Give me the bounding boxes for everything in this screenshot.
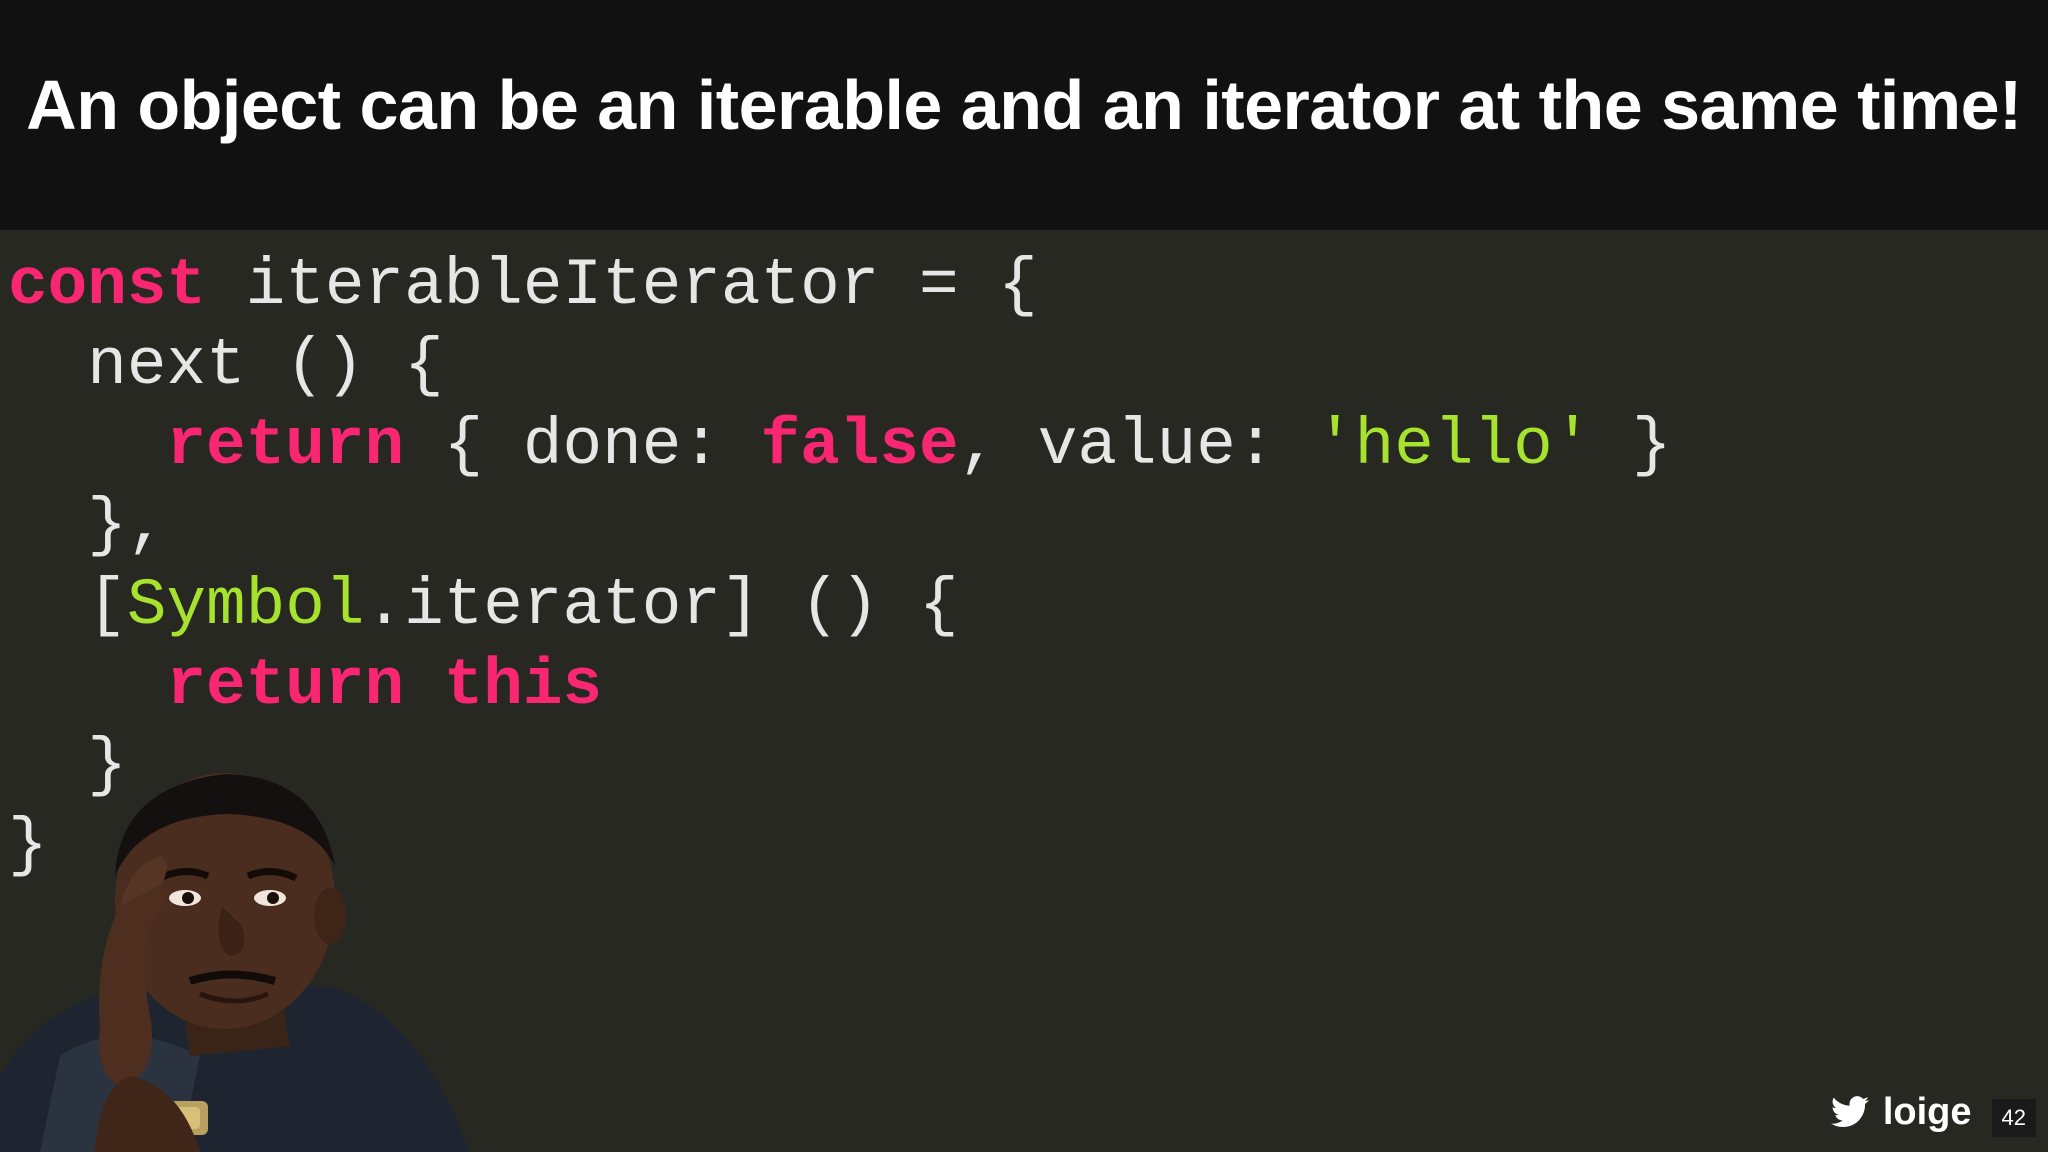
- code-line-1: const iterableIterator = {: [8, 246, 1672, 326]
- code-text: iterableIterator = {: [206, 248, 1038, 323]
- slide-footer: loige 42: [1830, 1072, 2048, 1152]
- code-text: { done:: [404, 408, 761, 483]
- slide: An object can be an iterable and an iter…: [0, 0, 2048, 1152]
- code-line-2: next () {: [8, 326, 1672, 406]
- keyword-return: return: [166, 648, 405, 723]
- twitter-bird-icon: [1830, 1096, 1869, 1128]
- code-text: [: [8, 568, 127, 643]
- code-text: , value:: [958, 408, 1316, 483]
- title-bold-iterable: iterable: [696, 66, 943, 144]
- slide-page-number: 42: [1991, 1099, 2036, 1137]
- keyword-false: false: [760, 408, 959, 483]
- code-text: },: [8, 488, 167, 563]
- title-part-2: and an: [941, 66, 1203, 144]
- twitter-handle: loige: [1882, 1090, 1972, 1133]
- keyword-return: return: [166, 408, 405, 483]
- code-text: .iterator] () {: [364, 568, 959, 643]
- thinking-man-meme-image: [0, 773, 470, 1152]
- slide-title: An object can be an iterable and an iter…: [26, 65, 2022, 145]
- code-text: }: [1592, 408, 1672, 483]
- title-part-3: at the same time!: [1439, 66, 2022, 144]
- symbol-builtin: Symbol: [126, 568, 365, 643]
- code-text: next () {: [8, 328, 444, 403]
- string-literal: 'hello': [1315, 408, 1593, 483]
- title-bold-iterator: iterator: [1202, 66, 1440, 144]
- keyword-this: this: [443, 648, 603, 723]
- twitter-handle-link[interactable]: loige: [1830, 1090, 1972, 1134]
- slide-header: An object can be an iterable and an iter…: [0, 0, 2048, 230]
- code-line-4: },: [8, 486, 1672, 566]
- code-line-3: return { done: false, value: 'hello' }: [8, 406, 1672, 486]
- keyword-const: const: [8, 248, 207, 323]
- title-part-1: An object can be an: [26, 66, 697, 144]
- code-line-6: return this: [8, 646, 1672, 726]
- code-line-5: [Symbol.iterator] () {: [8, 566, 1672, 646]
